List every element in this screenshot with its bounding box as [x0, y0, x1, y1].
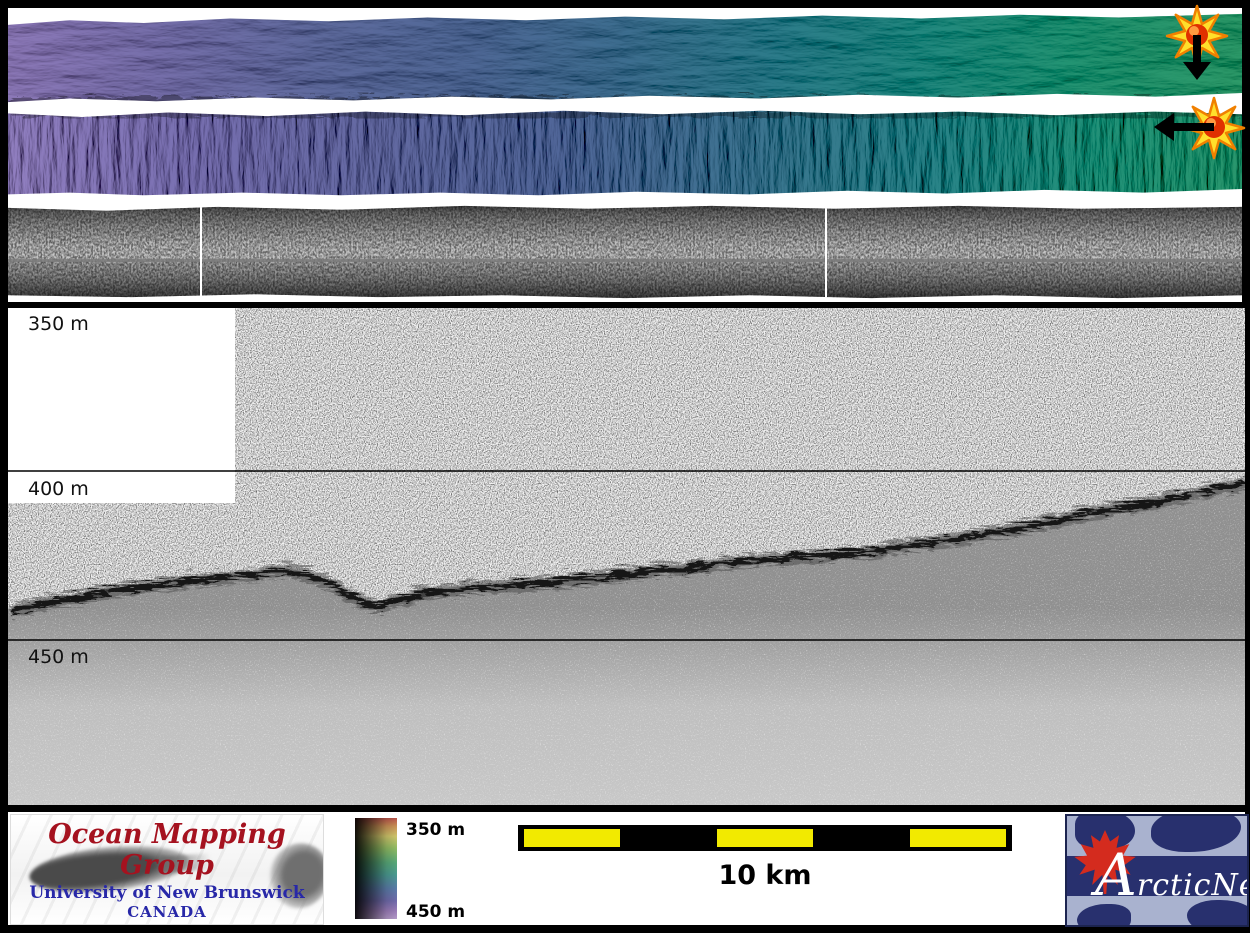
omg-logo-country: CANADA: [11, 903, 323, 921]
scalebar-segment-yellow: [524, 829, 620, 847]
scalebar-segment-black: [813, 829, 909, 847]
depth-colorbar-shading: [355, 818, 397, 919]
arctic-map-landmass: [1187, 900, 1249, 927]
scale-bar-label: 10 km: [518, 860, 1012, 891]
ocean-mapping-group-logo: Ocean Mapping Group University of New Br…: [10, 814, 324, 925]
sun-with-left-arrow-icon: [1148, 94, 1248, 162]
legend-bar: Ocean Mapping Group University of New Br…: [8, 812, 1245, 925]
sun-with-down-arrow-icon: [1163, 4, 1231, 84]
depth-label-450m: 450 m: [28, 646, 89, 668]
arcticnet-initial: A: [1095, 841, 1137, 909]
bathymetry-swath-north-sun: [8, 12, 1242, 104]
scalebar-segment-yellow: [910, 829, 1006, 847]
omg-logo-university: University of New Brunswick: [11, 883, 323, 903]
depth-label-400m: 400 m: [28, 478, 89, 500]
bathymetry-swath-east-sun: [8, 108, 1242, 198]
subbottom-echogram-panel: 350 m 400 m 450 m: [8, 308, 1245, 805]
fix-mark-line-2: [825, 204, 827, 300]
sidescan-backscatter-strip: [8, 204, 1242, 300]
depth-label-350m: 350 m: [28, 313, 89, 335]
survey-figure: 350 m 400 m 450 m Ocean Mapping Group Un…: [0, 0, 1250, 933]
colorbar-label-350m: 350 m: [406, 820, 465, 840]
no-data-blank-region: [8, 308, 235, 503]
fix-mark-line-1: [200, 204, 202, 300]
colorbar-label-450m: 450 m: [406, 902, 465, 922]
arcticnet-rest: rcticNet: [1137, 868, 1249, 903]
arcticnet-logo: ArcticNet: [1065, 814, 1249, 927]
arcticnet-wordmark: ArcticNet: [1095, 846, 1245, 904]
scalebar-segment-yellow: [717, 829, 813, 847]
scalebar-segment-black: [620, 829, 716, 847]
scale-bar: [518, 825, 1012, 851]
omg-logo-title: Ocean Mapping Group: [11, 819, 323, 881]
